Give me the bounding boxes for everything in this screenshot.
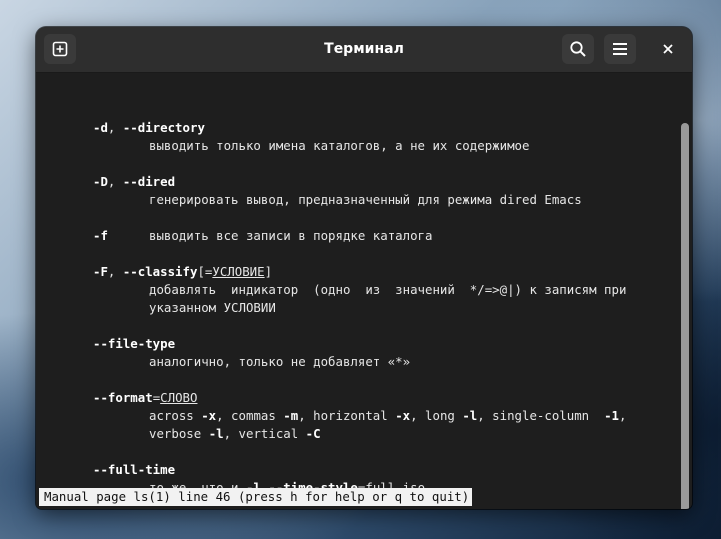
main-menu-button[interactable]	[604, 34, 636, 64]
desc-flag: -l	[208, 426, 224, 441]
pager-status-bar: Manual page ls(1) line 46 (press h for h…	[39, 488, 473, 506]
desc-text: , commas	[216, 408, 284, 423]
opt-bracket-close: ]	[264, 264, 273, 279]
desc-flag: -l	[462, 408, 478, 423]
new-tab-icon	[52, 41, 68, 57]
option-directory: -d, --directory	[93, 119, 205, 137]
opt-long: --file-type	[93, 336, 176, 351]
option-description: выводить все записи в порядке каталога	[149, 228, 433, 243]
opt-short: -F	[93, 264, 108, 279]
desc-flag: -C	[305, 426, 321, 441]
search-icon	[570, 41, 586, 57]
desc-text: , long	[410, 408, 463, 423]
desc-text: , horizontal	[298, 408, 396, 423]
opt-long: --full-time	[93, 462, 176, 477]
opt-arg: СЛОВО	[160, 390, 198, 405]
option-dired: -D, --dired	[93, 173, 175, 191]
option-description: генерировать вывод, предназначенный для …	[149, 192, 582, 207]
desc-text: across	[149, 408, 202, 423]
opt-long: --format	[93, 390, 153, 405]
opt-arg: УСЛОВИЕ	[212, 264, 265, 279]
close-icon	[663, 44, 673, 54]
desc-text: ,	[619, 408, 627, 423]
desc-text: , vertical	[223, 426, 306, 441]
option-description: аналогично, только не добавляет «*»	[149, 354, 411, 369]
option-format: --format=СЛОВО	[93, 389, 197, 407]
search-button[interactable]	[562, 34, 594, 64]
option-description: verbose -l, vertical -C	[149, 425, 321, 443]
opt-short: -f	[93, 228, 108, 243]
option-full-time: --full-time	[93, 461, 175, 479]
header-bar: Терминал	[36, 27, 692, 73]
terminal-content[interactable]: -d, --directory выводить только имена ка…	[36, 73, 692, 509]
option-description: добавлять индикатор (одно из значений */…	[149, 282, 627, 297]
menu-icon	[613, 43, 627, 55]
desc-flag: -1	[604, 408, 619, 423]
opt-long: --classify	[122, 264, 198, 279]
opt-short: -d	[93, 120, 108, 135]
option-f: -f	[93, 227, 108, 245]
opt-bracket-open: [=	[197, 264, 213, 279]
desc-text: verbose	[149, 426, 209, 441]
option-description: across -x, commas -m, horizontal -x, lon…	[149, 407, 626, 425]
opt-sep: ,	[107, 120, 123, 135]
option-file-type: --file-type	[93, 335, 175, 353]
desc-flag: -m	[283, 408, 299, 423]
terminal-window: Терминал -d, --directory выводить только…	[36, 27, 692, 509]
opt-short: -D	[93, 174, 108, 189]
scrollbar[interactable]	[681, 123, 689, 509]
option-description: выводить только имена каталогов, а не их…	[149, 138, 530, 153]
desc-flag: -x	[201, 408, 217, 423]
desc-flag: -x	[395, 408, 411, 423]
opt-sep: ,	[107, 264, 123, 279]
desc-text: , single-column	[477, 408, 605, 423]
opt-sep: ,	[107, 174, 123, 189]
new-tab-button[interactable]	[44, 34, 76, 64]
option-description: указанном УСЛОВИИ	[149, 300, 276, 315]
opt-long: --directory	[122, 120, 205, 135]
opt-long: --dired	[122, 174, 176, 189]
option-classify: -F, --classify[=УСЛОВИЕ]	[93, 263, 272, 281]
close-button[interactable]	[652, 34, 684, 64]
